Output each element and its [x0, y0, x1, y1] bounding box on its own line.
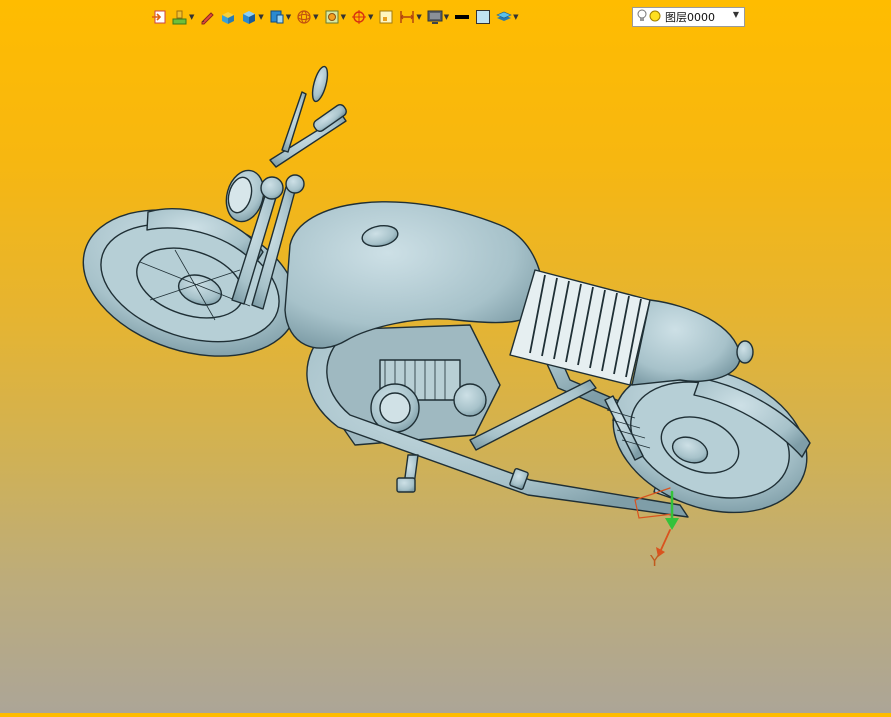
view-orientation-icon	[269, 9, 285, 25]
chevron-down-icon[interactable]: ▼	[189, 13, 194, 21]
motorcycle-model: Y	[82, 65, 811, 570]
layer-stack-button[interactable]: ▼	[496, 9, 519, 25]
chevron-down-icon[interactable]: ▼	[286, 13, 291, 21]
layer-stack-icon	[496, 9, 512, 25]
render-style-button[interactable]: ▼	[324, 9, 346, 25]
display-monitor-icon	[427, 9, 443, 25]
layer-selector[interactable]: 图层0000 ▼	[632, 7, 745, 27]
fill-color-icon	[475, 9, 491, 25]
wireframe-sphere-icon	[296, 9, 312, 25]
lightbulb-icon	[637, 9, 647, 25]
line-color-icon	[454, 9, 470, 25]
yellow-circle-icon	[649, 10, 661, 25]
3d-viewport[interactable]: Y	[0, 34, 891, 713]
solid-cube-icon	[241, 9, 257, 25]
layer-selector-value: 图层0000	[665, 11, 715, 24]
snap-point-button[interactable]: ▼	[351, 9, 373, 25]
exit-sketch-button[interactable]	[151, 9, 167, 25]
pencil-button[interactable]	[199, 9, 215, 25]
wireframe-sphere-button[interactable]: ▼	[296, 9, 319, 25]
chevron-down-icon[interactable]: ▼	[733, 10, 739, 19]
exit-sketch-icon	[151, 9, 167, 25]
paint-brush-button[interactable]: ▼	[172, 9, 194, 25]
selection-filter-button[interactable]	[378, 9, 394, 25]
chevron-down-icon[interactable]: ▼	[444, 13, 449, 21]
view-orientation-button[interactable]: ▼	[269, 9, 291, 25]
measure-button[interactable]: ▼	[399, 9, 422, 25]
line-color-button[interactable]	[454, 9, 470, 25]
chevron-down-icon[interactable]: ▼	[341, 13, 346, 21]
measure-icon	[399, 9, 415, 25]
selection-filter-icon	[378, 9, 394, 25]
display-monitor-button[interactable]: ▼	[427, 9, 449, 25]
pencil-icon	[199, 9, 215, 25]
chevron-down-icon[interactable]: ▼	[313, 13, 318, 21]
shaded-block-icon	[220, 9, 236, 25]
chevron-down-icon[interactable]: ▼	[368, 13, 373, 21]
snap-point-icon	[351, 9, 367, 25]
chevron-down-icon[interactable]: ▼	[416, 13, 421, 21]
graphics-toolbar: ▼ ▼ ▼ ▼ ▼ ▼ ▼ ▼ ▼	[0, 0, 891, 34]
shaded-block-button[interactable]	[220, 9, 236, 25]
triad-y-label: Y	[649, 552, 660, 570]
fill-color-button[interactable]	[475, 9, 491, 25]
chevron-down-icon[interactable]: ▼	[513, 13, 518, 21]
paint-brush-icon	[172, 9, 188, 25]
render-style-icon	[324, 9, 340, 25]
solid-cube-button[interactable]: ▼	[241, 9, 264, 25]
chevron-down-icon[interactable]: ▼	[258, 13, 263, 21]
